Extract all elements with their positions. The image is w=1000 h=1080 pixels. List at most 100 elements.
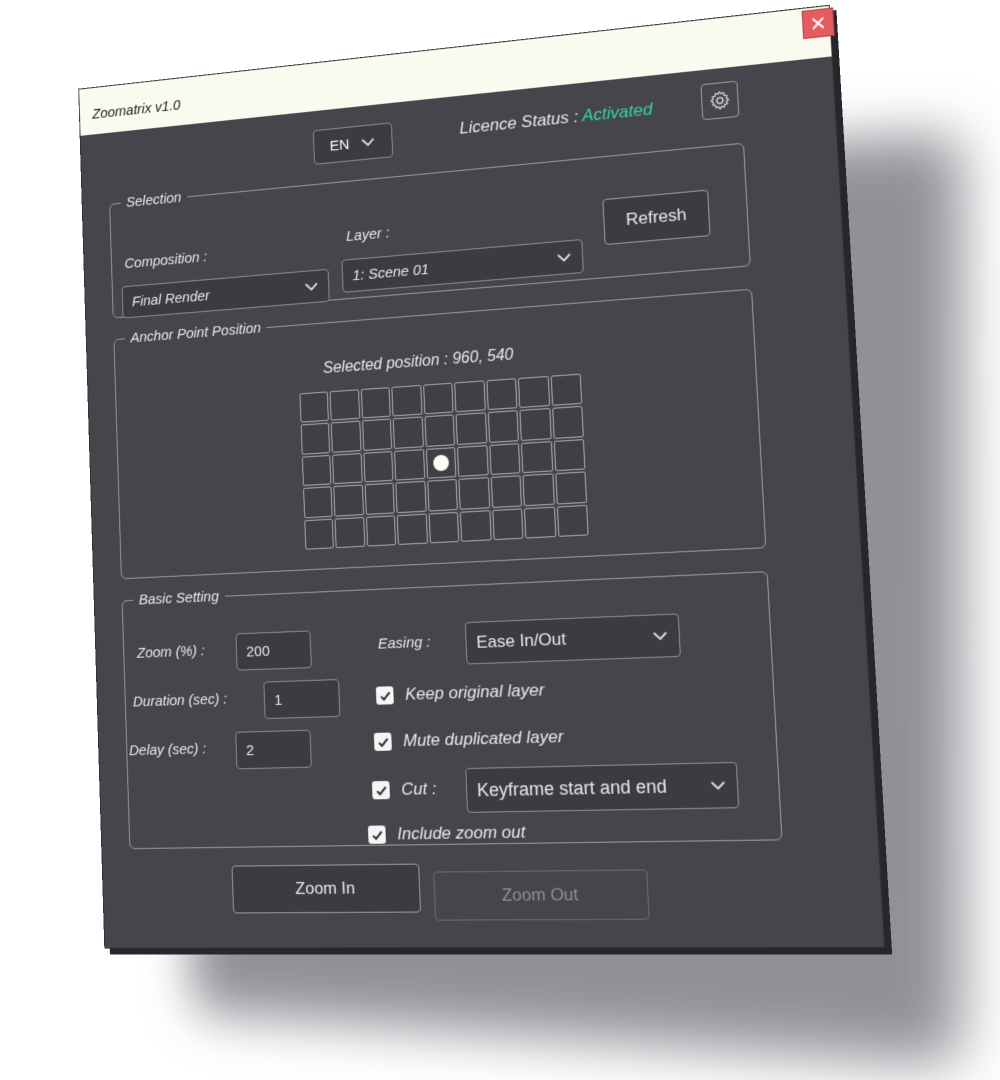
anchor-grid-cell[interactable] xyxy=(393,417,424,449)
anchor-grid-cell[interactable] xyxy=(454,380,485,412)
anchor-selected-dot xyxy=(433,455,449,472)
duration-label: Duration (sec) : xyxy=(133,691,228,711)
selected-position-label: Selected position : xyxy=(323,351,449,377)
language-dropdown[interactable]: EN xyxy=(313,122,394,165)
anchor-grid-cell[interactable] xyxy=(426,447,457,479)
anchor-grid-cell[interactable] xyxy=(304,518,334,549)
anchor-grid-cell[interactable] xyxy=(456,413,487,445)
chevron-down-icon xyxy=(652,630,669,641)
anchor-grid-cell[interactable] xyxy=(428,511,459,543)
anchor-grid-cell[interactable] xyxy=(489,443,520,475)
include-zoom-out-label: Include zoom out xyxy=(397,822,526,844)
delay-label: Delay (sec) : xyxy=(129,741,207,760)
language-value: EN xyxy=(330,136,350,154)
anchor-grid-cell[interactable] xyxy=(460,510,491,542)
anchor-grid-cell[interactable] xyxy=(397,513,428,545)
delay-input[interactable]: 2 xyxy=(235,730,312,770)
anchor-grid-cell[interactable] xyxy=(486,378,517,410)
keep-original-label: Keep original layer xyxy=(405,680,545,705)
anchor-grid-cell[interactable] xyxy=(552,406,584,439)
anchor-grid-cell[interactable] xyxy=(330,389,360,421)
mute-duplicated-label: Mute duplicated layer xyxy=(403,727,564,752)
anchor-grid-cell[interactable] xyxy=(303,486,333,517)
settings-button[interactable] xyxy=(700,81,739,121)
anchor-grid-cell[interactable] xyxy=(488,411,519,443)
anchor-point-group: Anchor Point Position Selected position … xyxy=(113,281,766,580)
cut-checkbox[interactable]: Cut : xyxy=(372,779,437,801)
cut-label: Cut : xyxy=(401,779,437,800)
anchor-grid-cell[interactable] xyxy=(520,408,552,440)
anchor-grid-cell[interactable] xyxy=(396,481,427,513)
chevron-down-icon xyxy=(361,137,377,148)
anchor-grid-cell[interactable] xyxy=(301,423,331,455)
window-title: Zoomatrix v1.0 xyxy=(92,97,181,122)
gear-icon xyxy=(708,88,732,112)
basic-legend: Basic Setting xyxy=(133,588,225,609)
checkbox-checked[interactable] xyxy=(374,732,392,751)
check-icon xyxy=(378,689,391,702)
cut-dropdown[interactable]: Keyframe start and end xyxy=(465,762,739,813)
anchor-grid-cell[interactable] xyxy=(556,504,588,536)
anchor-grid-cell[interactable] xyxy=(302,455,332,486)
check-icon xyxy=(376,735,389,748)
anchor-grid-cell[interactable] xyxy=(331,421,361,453)
layer-dropdown[interactable]: 1: Scene 01 xyxy=(341,239,583,293)
anchor-grid-cell[interactable] xyxy=(335,517,365,549)
easing-dropdown[interactable]: Ease In/Out xyxy=(465,613,681,664)
selected-position-value: 960, 540 xyxy=(452,346,514,367)
anchor-grid-cell[interactable] xyxy=(492,508,524,540)
anchor-grid-cell[interactable] xyxy=(332,453,362,485)
anchor-grid-cell[interactable] xyxy=(394,449,425,481)
keep-original-checkbox[interactable]: Keep original layer xyxy=(376,680,545,706)
refresh-button[interactable]: Refresh xyxy=(602,190,710,246)
anchor-grid-cell[interactable] xyxy=(365,483,395,515)
composition-value: Final Render xyxy=(132,287,210,310)
anchor-grid-cell[interactable] xyxy=(299,391,329,423)
licence-status: Licence Status : Activated xyxy=(459,99,653,138)
anchor-grid-cell[interactable] xyxy=(361,387,391,419)
anchor-grid-cell[interactable] xyxy=(524,506,556,538)
anchor-grid-cell[interactable] xyxy=(518,376,550,408)
zoom-out-button[interactable]: Zoom Out xyxy=(433,869,650,920)
layer-label: Layer : xyxy=(346,225,390,245)
checkbox-checked[interactable] xyxy=(368,825,386,843)
anchor-grid-cell[interactable] xyxy=(334,485,364,517)
anchor-grid-cell[interactable] xyxy=(490,475,522,507)
anchor-grid-cell[interactable] xyxy=(555,472,587,504)
close-button[interactable] xyxy=(802,7,835,39)
anchor-grid-cell[interactable] xyxy=(424,415,455,447)
composition-dropdown[interactable]: Final Render xyxy=(122,269,330,319)
anchor-grid-cell[interactable] xyxy=(459,477,490,509)
anchor-grid-cell[interactable] xyxy=(521,441,553,473)
anchor-grid-cell[interactable] xyxy=(392,385,423,417)
check-icon xyxy=(374,783,387,796)
licence-value: Activated xyxy=(582,99,653,125)
mute-duplicated-checkbox[interactable]: Mute duplicated layer xyxy=(374,727,564,752)
chevron-down-icon xyxy=(304,281,319,292)
anchor-grid-cell[interactable] xyxy=(523,474,555,506)
anchor-grid-cell[interactable] xyxy=(366,515,396,547)
zoom-in-button[interactable]: Zoom In xyxy=(231,864,421,914)
cut-value: Keyframe start and end xyxy=(477,775,668,800)
chevron-down-icon xyxy=(556,252,572,263)
include-zoom-out-checkbox[interactable]: Include zoom out xyxy=(368,822,526,845)
duration-input[interactable]: 1 xyxy=(263,679,340,719)
selection-legend: Selection xyxy=(121,189,188,211)
easing-value: Ease In/Out xyxy=(476,629,567,653)
composition-label: Composition : xyxy=(124,249,207,272)
anchor-grid-cell[interactable] xyxy=(427,479,458,511)
anchor-grid-cell[interactable] xyxy=(362,419,392,451)
anchor-grid-cell[interactable] xyxy=(457,445,488,477)
layer-value: 1: Scene 01 xyxy=(352,261,429,284)
plugin-window: Zoomatrix v1.0 EN Licence Status : Activa… xyxy=(78,5,885,949)
anchor-grid-cell[interactable] xyxy=(550,374,582,407)
zoom-input[interactable]: 200 xyxy=(235,630,311,670)
zoom-label: Zoom (%) : xyxy=(137,643,205,662)
anchor-grid-cell[interactable] xyxy=(553,439,585,472)
anchor-grid-cell[interactable] xyxy=(363,451,393,483)
chevron-down-icon xyxy=(709,780,726,791)
close-icon xyxy=(810,15,826,31)
checkbox-checked[interactable] xyxy=(376,686,394,705)
checkbox-checked[interactable] xyxy=(372,781,390,800)
anchor-grid-cell[interactable] xyxy=(423,383,454,415)
